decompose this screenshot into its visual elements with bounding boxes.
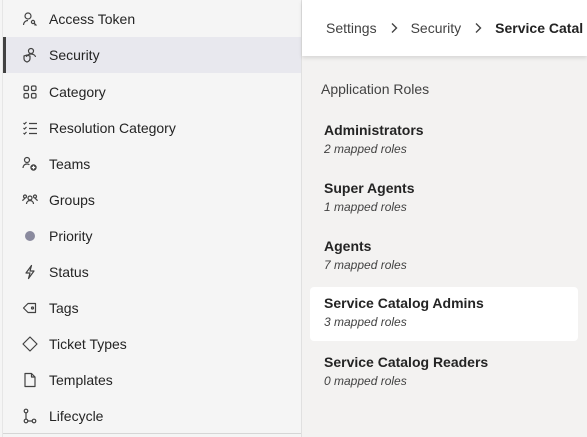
role-card-service-catalog-admins[interactable]: Service Catalog Admins 3 mapped roles (310, 287, 578, 341)
settings-sidebar: Access Token Security Category Resolutio… (0, 0, 302, 437)
sidebar-divider (3, 433, 301, 434)
sidebar-item-label: Category (49, 84, 106, 100)
priority-dot-icon (21, 227, 39, 245)
breadcrumb-settings[interactable]: Settings (326, 20, 377, 36)
tag-icon (21, 299, 39, 317)
role-card-agents[interactable]: Agents 7 mapped roles (310, 230, 578, 284)
breadcrumb-current: Service Catal (495, 20, 584, 36)
sidebar-item-teams[interactable]: Teams (3, 146, 301, 182)
role-mapped-count: 2 mapped roles (324, 142, 407, 156)
sidebar-item-groups[interactable]: Groups (3, 182, 301, 218)
sidebar-item-resolution-category[interactable]: Resolution Category (3, 110, 301, 146)
breadcrumb: Settings Security Service Catal (302, 0, 587, 56)
flow-icon (21, 407, 39, 425)
grid-icon (21, 83, 39, 101)
role-name: Service Catalog Admins (324, 295, 484, 311)
sidebar-item-label: Resolution Category (49, 120, 176, 136)
key-person-icon (21, 10, 39, 28)
sidebar-item-lifecycle[interactable]: Lifecycle (3, 398, 301, 434)
sidebar-item-label: Ticket Types (49, 336, 127, 352)
sidebar-item-label: Security (49, 47, 100, 63)
people-group-icon (21, 191, 39, 209)
sidebar-item-label: Lifecycle (49, 408, 104, 424)
team-add-icon (21, 155, 39, 173)
sidebar-item-label: Access Token (49, 11, 136, 27)
sidebar-item-label: Groups (49, 192, 95, 208)
sidebar-item-security[interactable]: Security (3, 37, 301, 73)
role-card-administrators[interactable]: Administrators 2 mapped roles (310, 114, 578, 168)
sidebar-item-priority[interactable]: Priority (3, 218, 301, 254)
chevron-right-icon (472, 22, 484, 34)
section-title: Application Roles (321, 81, 430, 97)
breadcrumb-security[interactable]: Security (411, 20, 462, 36)
sidebar-item-label: Status (49, 264, 89, 280)
sidebar-item-status[interactable]: Status (3, 254, 301, 290)
lightning-icon (21, 263, 39, 281)
role-card-service-catalog-readers[interactable]: Service Catalog Readers 0 mapped roles (310, 346, 578, 400)
sidebar-item-label: Priority (49, 228, 93, 244)
document-icon (21, 371, 39, 389)
sidebar-item-tags[interactable]: Tags (3, 290, 301, 326)
role-name: Super Agents (324, 180, 415, 196)
role-card-super-agents[interactable]: Super Agents 1 mapped roles (310, 172, 578, 226)
shield-person-icon (21, 46, 39, 64)
sidebar-item-label: Tags (49, 300, 79, 316)
sidebar-item-label: Teams (49, 156, 91, 172)
role-name: Agents (324, 238, 372, 254)
sidebar-item-category[interactable]: Category (3, 74, 301, 110)
checklist-icon (21, 119, 39, 137)
role-mapped-count: 0 mapped roles (324, 374, 407, 388)
sidebar-item-templates[interactable]: Templates (3, 362, 301, 398)
role-name: Administrators (324, 122, 424, 138)
sidebar-item-access-token[interactable]: Access Token (3, 1, 301, 37)
role-mapped-count: 7 mapped roles (324, 258, 407, 272)
role-name: Service Catalog Readers (324, 354, 489, 370)
role-mapped-count: 3 mapped roles (324, 315, 407, 329)
sidebar-item-label: Templates (49, 372, 113, 388)
role-mapped-count: 1 mapped roles (324, 200, 407, 214)
diamond-icon (21, 335, 39, 353)
chevron-right-icon (388, 22, 400, 34)
sidebar-item-ticket-types[interactable]: Ticket Types (3, 326, 301, 362)
